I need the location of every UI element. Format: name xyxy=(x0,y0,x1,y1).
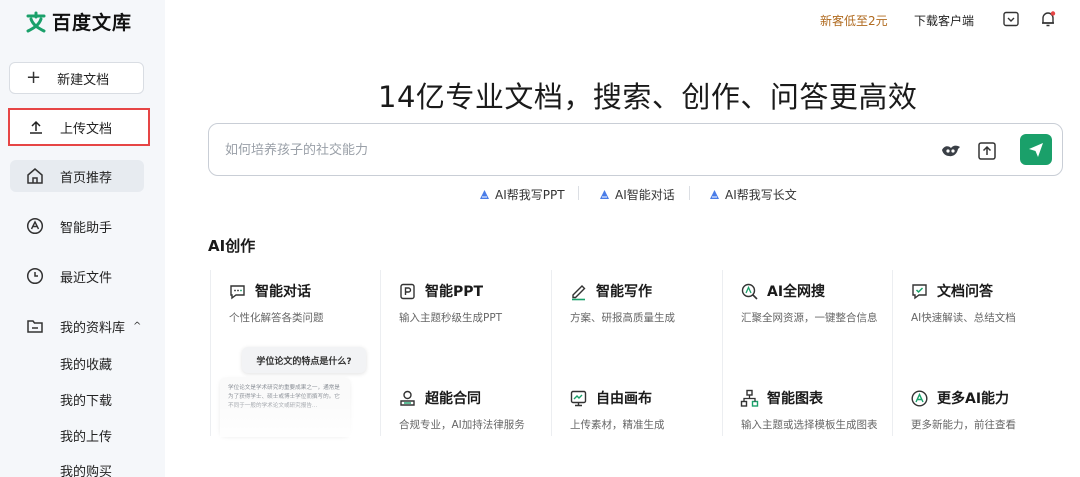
card-title: 智能对话 xyxy=(255,284,311,300)
quick-action-label: AI帮我写PPT xyxy=(495,188,565,202)
ai-spark-icon xyxy=(480,190,489,199)
quick-action-label: AI帮我写长文 xyxy=(725,188,797,202)
clock-icon xyxy=(26,267,44,285)
card-title: 更多AI能力 xyxy=(937,391,1010,407)
sidebar-item-label: 最近文件 xyxy=(60,270,113,286)
canvas-icon xyxy=(570,390,587,406)
divider xyxy=(689,186,690,200)
card-free-canvas[interactable]: 自由画布 上传素材，精准生成 xyxy=(569,387,739,445)
download-client-link[interactable]: 下载客户端 xyxy=(914,12,974,29)
ai-spark-icon xyxy=(600,190,609,199)
divider xyxy=(578,186,579,200)
sidebar-item-ai-assistant[interactable]: 智能助手 xyxy=(10,210,144,242)
sidebar-item-label: 我的资料库 xyxy=(60,320,126,336)
send-icon xyxy=(1029,142,1043,157)
card-doc-qa[interactable]: 文档问答 AI快速解读、总结文档 xyxy=(910,280,1080,338)
card-desc: 汇聚全网资源，一键整合信息 xyxy=(741,312,878,324)
card-title: 智能图表 xyxy=(767,391,823,407)
card-ai-web-search[interactable]: AI全网搜 汇聚全网资源，一键整合信息 xyxy=(740,280,910,338)
preview-question: 学位论文的特点是什么? xyxy=(242,347,366,373)
sidebar-item-label: 首页推荐 xyxy=(60,170,113,186)
search-input[interactable] xyxy=(225,140,825,160)
library-purchases[interactable]: 我的购买 xyxy=(60,461,112,477)
pen-icon xyxy=(572,284,586,300)
doc-qa-icon xyxy=(912,283,927,299)
card-desc: 方案、研报高质量生成 xyxy=(570,312,675,324)
plus-icon: + xyxy=(26,67,42,88)
page-headline: 14亿专业文档，搜索、创作、问答更高效 xyxy=(378,80,918,114)
card-more-ai[interactable]: 更多AI能力 更多新能力，前往查看 xyxy=(910,387,1080,445)
sidebar-item-label: 智能助手 xyxy=(60,220,113,236)
flowchart-icon xyxy=(740,389,759,407)
card-smart-chart[interactable]: 智能图表 输入主题或选择模板生成图表 xyxy=(740,387,910,445)
library-uploads[interactable]: 我的上传 xyxy=(60,426,112,445)
more-ai-icon xyxy=(911,389,928,407)
sidebar: 百度文库 + 新建文档 上传文档 首页推荐 智能助手 最近文件 我的资料库 ^ … xyxy=(0,0,165,477)
section-title-ai-creation: AI创作 xyxy=(208,237,256,255)
quick-action-label: AI智能对话 xyxy=(615,188,675,202)
upload-doc-label: 上传文档 xyxy=(60,121,113,137)
card-desc: 输入主题秒级生成PPT xyxy=(399,312,503,324)
card-desc: 个性化解答各类问题 xyxy=(229,312,324,324)
wenku-logo-icon xyxy=(26,11,46,32)
card-title: 智能写作 xyxy=(596,284,652,300)
inbox-icon[interactable] xyxy=(1002,10,1020,28)
sidebar-item-home[interactable]: 首页推荐 xyxy=(10,160,144,192)
card-smart-ppt[interactable]: 智能PPT 输入主题秒级生成PPT xyxy=(398,280,568,338)
sidebar-item-library[interactable]: 我的资料库 ^ xyxy=(10,310,144,342)
contract-icon xyxy=(400,390,415,406)
new-doc-button[interactable]: + 新建文档 xyxy=(9,62,144,94)
search-box xyxy=(208,123,1063,176)
library-downloads[interactable]: 我的下载 xyxy=(60,390,112,409)
preview-answer: 学位论文是学术研究的重要成果之一，通常是为了获得学士、硕士或博士学位而撰写的。它… xyxy=(220,378,350,436)
promo-link[interactable]: 新客低至2元 xyxy=(820,12,888,29)
card-desc: 更多新能力，前往查看 xyxy=(911,419,1016,431)
card-desc: 合规专业，AI加持法律服务 xyxy=(399,419,525,431)
new-doc-label: 新建文档 xyxy=(57,72,110,88)
quick-action-ai-ppt[interactable]: AI帮我写PPT xyxy=(479,186,565,203)
chat-icon xyxy=(230,284,245,299)
sidebar-item-recent[interactable]: 最近文件 xyxy=(10,260,144,292)
card-title: 文档问答 xyxy=(937,284,993,300)
card-super-contract[interactable]: 超能合同 合规专业，AI加持法律服务 xyxy=(398,387,568,445)
library-favorites[interactable]: 我的收藏 xyxy=(60,354,112,373)
card-title: 智能PPT xyxy=(425,284,484,300)
chevron-up-icon: ^ xyxy=(133,320,142,332)
ai-mode-toggle-icon[interactable] xyxy=(940,140,962,162)
divider xyxy=(210,270,211,436)
quick-action-ai-longform[interactable]: AI帮我写长文 xyxy=(709,186,797,203)
folder-icon xyxy=(27,320,43,333)
card-title: 自由画布 xyxy=(596,391,652,407)
card-desc: AI快速解读、总结文档 xyxy=(911,312,1016,324)
card-title: 超能合同 xyxy=(425,391,481,407)
card-title: AI全网搜 xyxy=(767,284,826,300)
card-desc: 输入主题或选择模板生成图表 xyxy=(741,419,878,431)
send-button[interactable] xyxy=(1020,134,1052,165)
upload-doc-button[interactable]: 上传文档 xyxy=(8,108,150,146)
ppt-icon xyxy=(400,283,415,299)
card-desc: 上传素材，精准生成 xyxy=(570,419,665,431)
home-icon xyxy=(27,168,43,184)
ai-assistant-icon xyxy=(26,217,44,235)
bell-icon[interactable] xyxy=(1039,10,1057,28)
card-smart-writing[interactable]: 智能写作 方案、研报高质量生成 xyxy=(569,280,739,338)
ai-spark-icon xyxy=(710,190,719,199)
chat-preview-illustration: 学位论文的特点是什么? 学位论文是学术研究的重要成果之一，通常是为了获得学士、硕… xyxy=(220,342,368,437)
web-search-icon xyxy=(741,283,758,300)
brand-logo[interactable]: 百度文库 xyxy=(26,8,132,35)
quick-action-ai-chat[interactable]: AI智能对话 xyxy=(599,186,675,203)
upload-icon xyxy=(30,120,42,134)
card-smart-chat[interactable]: 智能对话 个性化解答各类问题 xyxy=(228,280,398,338)
upload-file-icon[interactable] xyxy=(976,140,998,162)
brand-name: 百度文库 xyxy=(52,12,133,34)
